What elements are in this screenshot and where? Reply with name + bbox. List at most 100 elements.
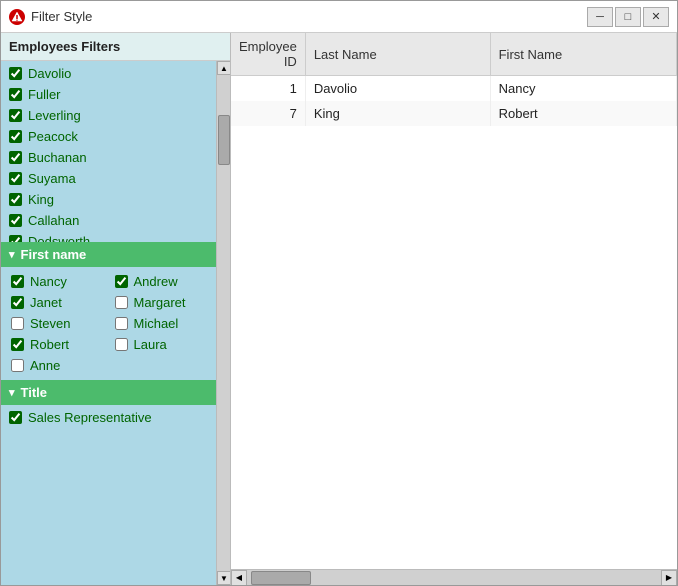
lastname-label: Buchanan <box>28 150 87 165</box>
title-label: Sales Representative <box>28 410 152 425</box>
col-header-first-name: First Name <box>490 33 676 76</box>
firstname-filter-item-right: Laura <box>109 334 213 355</box>
scroll-right-arrow[interactable]: ▶ <box>661 570 677 586</box>
scroll-track-horizontal <box>247 570 661 585</box>
firstname-checkbox[interactable] <box>11 317 24 330</box>
firstname-filter-item: Steven <box>5 313 109 334</box>
lastname-filter-item: Suyama <box>1 168 216 189</box>
firstname-filter-item: Anne <box>5 355 109 376</box>
lastname-checkbox[interactable] <box>9 67 22 80</box>
firstname-filter-item-right: Margaret <box>109 292 213 313</box>
firstname-section-label: First name <box>21 247 87 262</box>
firstname-label-right: Michael <box>134 316 179 331</box>
firstname-label: Robert <box>30 337 69 352</box>
lastname-label: Fuller <box>28 87 61 102</box>
firstname-filter-item: Robert <box>5 334 109 355</box>
col-header-employee-id: Employee ID <box>231 33 305 76</box>
firstname-checkbox[interactable] <box>11 338 24 351</box>
chevron-down-icon: ▾ <box>9 248 15 261</box>
title-section-header[interactable]: ▾ Title <box>1 380 216 405</box>
scroll-left-arrow[interactable]: ◀ <box>231 570 247 586</box>
title-checkbox[interactable] <box>9 411 22 424</box>
scroll-down-arrow[interactable]: ▼ <box>217 571 230 585</box>
lastname-filter-item: Peacock <box>1 126 216 147</box>
lastname-checkbox[interactable] <box>9 172 22 185</box>
cell-employee-id: 7 <box>231 101 305 126</box>
firstname-checkbox-right[interactable] <box>115 338 128 351</box>
lastname-filter-item: Dodsworth <box>1 231 216 242</box>
lastname-label: Leverling <box>28 108 81 123</box>
firstname-filter-item-right: Michael <box>109 313 213 334</box>
minimize-button[interactable]: ─ <box>587 7 613 27</box>
table-row: 7KingRobert <box>231 101 677 126</box>
maximize-button[interactable]: □ <box>615 7 641 27</box>
horizontal-scrollbar[interactable]: ◀ ▶ <box>231 569 677 585</box>
titlebar: Filter Style ─ □ ✕ <box>1 1 677 33</box>
firstname-checkbox[interactable] <box>11 359 24 372</box>
table-row: 1DavolioNancy <box>231 76 677 102</box>
left-scrollbar[interactable]: ▲ ▼ <box>216 61 230 585</box>
firstname-checkbox-grid: Nancy Andrew Janet Margaret Steven Michael Rob… <box>1 267 216 380</box>
main-window: Filter Style ─ □ ✕ Employees Filters Dav… <box>0 0 678 586</box>
scroll-thumb[interactable] <box>218 115 230 165</box>
firstname-checkbox[interactable] <box>11 275 24 288</box>
lastname-checkbox[interactable] <box>9 88 22 101</box>
left-panel: Employees Filters Davolio Fuller Leverling… <box>1 33 231 585</box>
firstname-label-right: Margaret <box>134 295 186 310</box>
lastname-label: Dodsworth <box>28 234 90 242</box>
lastname-filter-item: King <box>1 189 216 210</box>
lastname-filter-item: Leverling <box>1 105 216 126</box>
firstname-label: Steven <box>30 316 70 331</box>
lastname-filter-item: Fuller <box>1 84 216 105</box>
firstname-checkbox-right[interactable] <box>115 317 128 330</box>
lastname-filter-item: Buchanan <box>1 147 216 168</box>
right-panel: Employee ID Last Name First Name 1Davoli… <box>231 33 677 585</box>
firstname-checkbox-right[interactable] <box>115 275 128 288</box>
scroll-up-arrow[interactable]: ▲ <box>217 61 230 75</box>
firstname-label: Nancy <box>30 274 67 289</box>
window-title: Filter Style <box>31 9 587 24</box>
lastname-checkbox[interactable] <box>9 130 22 143</box>
title-filter-list: Sales Representative <box>1 405 216 586</box>
close-button[interactable]: ✕ <box>643 7 669 27</box>
chevron-down-icon-2: ▾ <box>9 386 15 399</box>
lastname-filter-item: Callahan <box>1 210 216 231</box>
lastname-label: Callahan <box>28 213 79 228</box>
firstname-checkbox-right[interactable] <box>115 296 128 309</box>
scroll-track <box>217 75 230 571</box>
main-content: Employees Filters Davolio Fuller Leverling… <box>1 33 677 585</box>
firstname-label-right: Andrew <box>134 274 178 289</box>
firstname-label: Janet <box>30 295 62 310</box>
cell-last-name: King <box>305 101 490 126</box>
cell-employee-id: 1 <box>231 76 305 102</box>
window-controls: ─ □ ✕ <box>587 7 669 27</box>
lastname-label: Peacock <box>28 129 78 144</box>
firstname-section-header[interactable]: ▾ First name <box>1 242 216 267</box>
title-section-label: Title <box>21 385 48 400</box>
lastname-label: Suyama <box>28 171 76 186</box>
col-header-last-name: Last Name <box>305 33 490 76</box>
app-icon <box>9 9 25 25</box>
lastname-label: King <box>28 192 54 207</box>
data-table: Employee ID Last Name First Name 1Davoli… <box>231 33 677 569</box>
filter-panel-header: Employees Filters <box>1 33 230 61</box>
cell-first-name: Nancy <box>490 76 676 102</box>
lastname-checkbox[interactable] <box>9 193 22 206</box>
cell-last-name: Davolio <box>305 76 490 102</box>
firstname-filter-item: Nancy <box>5 271 109 292</box>
lastname-checkbox[interactable] <box>9 151 22 164</box>
scroll-thumb-horizontal[interactable] <box>251 571 311 585</box>
title-filter-item: Sales Representative <box>1 407 216 428</box>
firstname-label: Anne <box>30 358 60 373</box>
employee-table: Employee ID Last Name First Name 1Davoli… <box>231 33 677 126</box>
lastname-filter-list: Davolio Fuller Leverling Peacock Buchanan Suy… <box>1 61 216 242</box>
firstname-checkbox[interactable] <box>11 296 24 309</box>
firstname-filter-item-right: Andrew <box>109 271 213 292</box>
lastname-label: Davolio <box>28 66 71 81</box>
table-header-row: Employee ID Last Name First Name <box>231 33 677 76</box>
lastname-checkbox[interactable] <box>9 109 22 122</box>
lastname-checkbox[interactable] <box>9 214 22 227</box>
firstname-label-right: Laura <box>134 337 167 352</box>
cell-first-name: Robert <box>490 101 676 126</box>
left-content: Davolio Fuller Leverling Peacock Buchanan Suy… <box>1 61 216 585</box>
